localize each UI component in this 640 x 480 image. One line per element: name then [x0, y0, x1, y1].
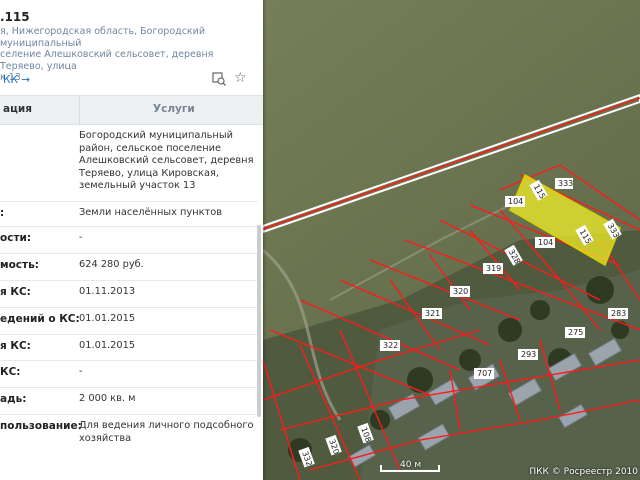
- svg-text:322: 322: [383, 341, 398, 350]
- row-label: :: [0, 207, 5, 219]
- parcel-label-275: 275: [565, 327, 585, 338]
- svg-text:319: 319: [486, 264, 501, 273]
- row-value: Для ведения личного подсобного хозяйства: [79, 420, 254, 444]
- svg-text:321: 321: [425, 309, 440, 318]
- parcel-label-707: 707: [474, 368, 494, 379]
- info-row-cv-date: я КС: 01.11.2013: [0, 280, 258, 308]
- info-row-cadastral-value: мость: 624 280 руб.: [0, 253, 258, 281]
- parcel-label-293: 293: [518, 349, 538, 360]
- parcel-label-319: 319: [483, 263, 503, 274]
- row-label: я КС:: [0, 286, 31, 298]
- kk-link[interactable]: КК →: [3, 74, 30, 86]
- row-value: Земли населённых пунктов: [79, 207, 223, 218]
- tab-bar: ация Услуги: [0, 95, 263, 125]
- parcel-label-104b: 104: [535, 237, 555, 248]
- info-row-usage: пользование: Для ведения личного подсобн…: [0, 414, 258, 454]
- row-value: 01.11.2013: [79, 286, 136, 297]
- info-panel: .115 я, Нижегородская область, Богородск…: [0, 0, 263, 480]
- star-icon[interactable]: ☆: [234, 70, 247, 86]
- search-map-icon[interactable]: [212, 72, 226, 89]
- map-scale-bar: 40 м: [380, 460, 440, 476]
- row-value: -: [79, 232, 83, 243]
- info-row-address: Богородский муниципальный район, сельско…: [0, 124, 258, 202]
- row-label: пользование:: [0, 420, 82, 432]
- svg-text:283: 283: [611, 309, 626, 318]
- panel-scrollbar[interactable]: [257, 225, 261, 417]
- map-copyright: ПКК © Росреестр 2010: [529, 467, 638, 477]
- row-value: 624 280 руб.: [79, 259, 144, 270]
- tab-services[interactable]: Услуги: [153, 103, 195, 115]
- scale-label: 40 м: [400, 460, 422, 470]
- parcel-label-283: 283: [608, 308, 628, 319]
- svg-text:320: 320: [453, 287, 468, 296]
- row-value: -: [79, 366, 83, 377]
- svg-text:293: 293: [521, 350, 536, 359]
- parcel-label-321: 321: [422, 308, 442, 319]
- info-row-cv-entry-date: едений о КС: 01.01.2015: [0, 307, 258, 335]
- parcel-label-104a: 104: [505, 196, 525, 207]
- svg-text:104: 104: [508, 197, 523, 206]
- svg-text:707: 707: [477, 369, 492, 378]
- row-value: Богородский муниципальный район, сельско…: [79, 130, 254, 191]
- parcel-number-title: .115: [0, 10, 30, 24]
- row-label: я КС:: [0, 340, 31, 352]
- info-row-ownership: ости: -: [0, 226, 258, 254]
- tab-information[interactable]: ация: [3, 103, 32, 115]
- info-row-category: : Земли населённых пунктов: [0, 201, 258, 227]
- row-value: 2 000 кв. м: [79, 393, 136, 404]
- row-label: адь:: [0, 393, 27, 405]
- info-row-cv-approval-date: я КС: 01.01.2015: [0, 334, 258, 361]
- parcel-label-320a: 320: [450, 286, 470, 297]
- parcel-label-333a: 333: [555, 178, 573, 189]
- row-value: 01.01.2015: [79, 313, 136, 324]
- row-label: мость:: [0, 259, 39, 271]
- info-row-area: адь: 2 000 кв. м: [0, 387, 258, 415]
- row-label: КС:: [0, 366, 21, 378]
- row-label: ости:: [0, 232, 32, 244]
- info-row-cv-application: КС: -: [0, 360, 258, 388]
- row-label: едений о КС:: [0, 313, 80, 325]
- parcel-label-322: 322: [380, 340, 400, 351]
- svg-text:104: 104: [538, 238, 553, 247]
- svg-text:275: 275: [568, 328, 583, 337]
- svg-text:333: 333: [558, 179, 573, 188]
- row-value: 01.01.2015: [79, 340, 136, 351]
